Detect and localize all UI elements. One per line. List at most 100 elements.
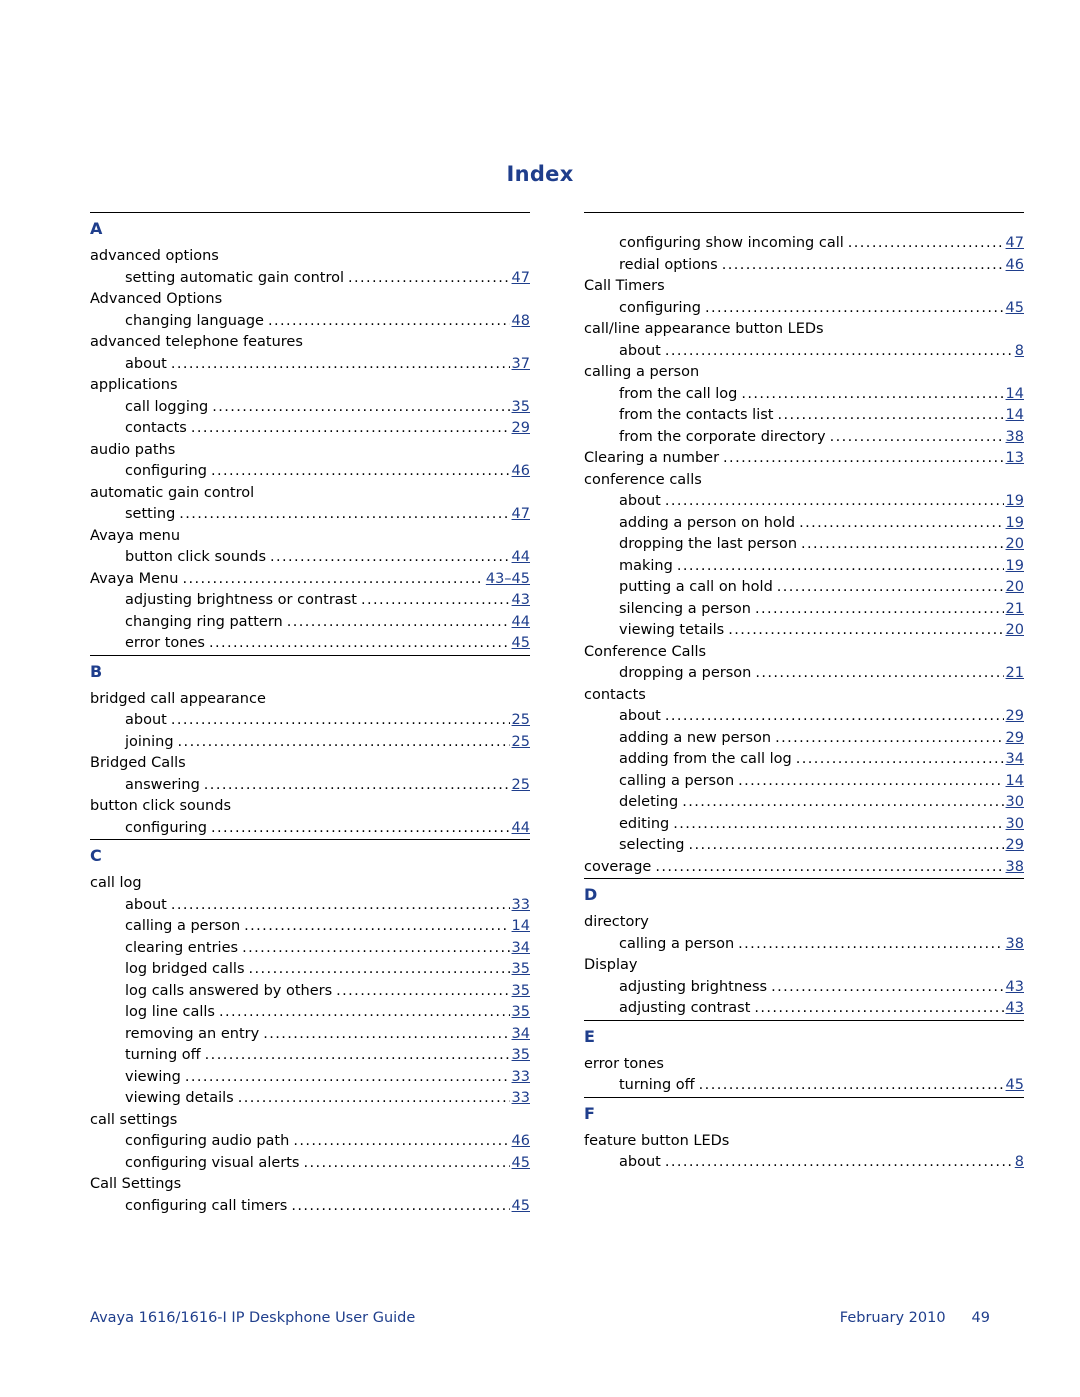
index-entry-page[interactable]: 38 <box>1006 934 1024 956</box>
index-entry-page[interactable]: 35 <box>512 1045 530 1067</box>
index-entry-page[interactable]: 8 <box>1015 1152 1024 1174</box>
index-entry[interactable]: about...................................… <box>90 354 530 376</box>
index-entry[interactable]: dropping a person.......................… <box>584 663 1024 685</box>
index-entry-page[interactable]: 47 <box>512 504 530 526</box>
index-entry[interactable]: viewing details.........................… <box>90 1088 530 1110</box>
index-entry-page[interactable]: 38 <box>1006 857 1024 879</box>
index-entry[interactable]: deleting................................… <box>584 792 1024 814</box>
index-entry-page[interactable]: 30 <box>1006 792 1024 814</box>
index-entry-page[interactable]: 14 <box>512 916 530 938</box>
index-entry-page[interactable]: 43 <box>1006 977 1024 999</box>
index-entry-page[interactable]: 20 <box>1006 577 1024 599</box>
index-entry[interactable]: changing language.......................… <box>90 311 530 333</box>
index-entry[interactable]: calling a person........................… <box>584 934 1024 956</box>
index-entry[interactable]: Clearing a number.......................… <box>584 448 1024 470</box>
index-entry-page[interactable]: 44 <box>512 547 530 569</box>
index-entry[interactable]: making..................................… <box>584 556 1024 578</box>
index-entry[interactable]: about...................................… <box>584 706 1024 728</box>
index-entry[interactable]: configuring.............................… <box>90 461 530 483</box>
index-entry-page[interactable]: 35 <box>512 397 530 419</box>
index-entry-page[interactable]: 13 <box>1006 448 1024 470</box>
index-entry[interactable]: configuring audio path..................… <box>90 1131 530 1153</box>
index-entry-page[interactable]: 25 <box>512 710 530 732</box>
index-entry-page[interactable]: 34 <box>1006 749 1024 771</box>
index-entry-page[interactable]: 46 <box>1006 255 1024 277</box>
index-entry-page[interactable]: 46 <box>512 1131 530 1153</box>
index-entry[interactable]: selecting...............................… <box>584 835 1024 857</box>
index-entry-page[interactable]: 14 <box>1006 771 1024 793</box>
index-entry[interactable]: from the contacts list..................… <box>584 405 1024 427</box>
index-entry[interactable]: contacts................................… <box>90 418 530 440</box>
index-entry[interactable]: silencing a person......................… <box>584 599 1024 621</box>
index-entry-page[interactable]: 45 <box>512 633 530 655</box>
index-entry[interactable]: adjusting contrast......................… <box>584 998 1024 1020</box>
index-entry[interactable]: answering...............................… <box>90 775 530 797</box>
index-entry-page[interactable]: 45 <box>1006 298 1024 320</box>
index-entry[interactable]: turning off.............................… <box>90 1045 530 1067</box>
index-entry[interactable]: adding a new person.....................… <box>584 728 1024 750</box>
index-entry[interactable]: adding from the call log................… <box>584 749 1024 771</box>
index-entry-page[interactable]: 45 <box>512 1153 530 1175</box>
index-entry[interactable]: turning off.............................… <box>584 1075 1024 1097</box>
index-entry-page[interactable]: 33 <box>512 1088 530 1110</box>
index-entry[interactable]: adjusting brightness....................… <box>584 977 1024 999</box>
index-entry[interactable]: configuring.............................… <box>90 818 530 840</box>
index-entry-page[interactable]: 43–45 <box>486 569 530 591</box>
index-entry[interactable]: clearing entries........................… <box>90 938 530 960</box>
index-entry-page[interactable]: 47 <box>512 268 530 290</box>
index-entry-page[interactable]: 21 <box>1006 599 1024 621</box>
index-entry-page[interactable]: 45 <box>1006 1075 1024 1097</box>
index-entry-page[interactable]: 20 <box>1006 534 1024 556</box>
index-entry[interactable]: Avaya Menu..............................… <box>90 569 530 591</box>
index-entry[interactable]: button click sounds.....................… <box>90 547 530 569</box>
index-entry[interactable]: log bridged calls.......................… <box>90 959 530 981</box>
index-entry[interactable]: adding a person on hold.................… <box>584 513 1024 535</box>
index-entry-page[interactable]: 21 <box>1006 663 1024 685</box>
index-entry-page[interactable]: 29 <box>1006 835 1024 857</box>
index-entry[interactable]: configuring.............................… <box>584 298 1024 320</box>
index-entry[interactable]: adjusting brightness or contrast........… <box>90 590 530 612</box>
index-entry[interactable]: log line calls..........................… <box>90 1002 530 1024</box>
index-entry[interactable]: calling a person........................… <box>90 916 530 938</box>
index-entry-page[interactable]: 33 <box>512 1067 530 1089</box>
index-entry[interactable]: about...................................… <box>584 1152 1024 1174</box>
index-entry[interactable]: calling a person........................… <box>584 771 1024 793</box>
index-entry[interactable]: from the corporate directory............… <box>584 427 1024 449</box>
index-entry[interactable]: configuring show incoming call..........… <box>584 233 1024 255</box>
index-entry-page[interactable]: 29 <box>1006 706 1024 728</box>
index-entry-page[interactable]: 45 <box>512 1196 530 1218</box>
index-entry-page[interactable]: 19 <box>1006 513 1024 535</box>
index-entry[interactable]: about...................................… <box>90 710 530 732</box>
index-entry-page[interactable]: 35 <box>512 1002 530 1024</box>
index-entry[interactable]: log calls answered by others............… <box>90 981 530 1003</box>
index-entry[interactable]: setting.................................… <box>90 504 530 526</box>
index-entry-page[interactable]: 44 <box>512 612 530 634</box>
index-entry[interactable]: coverage................................… <box>584 857 1024 879</box>
index-entry[interactable]: dropping the last person................… <box>584 534 1024 556</box>
index-entry-page[interactable]: 46 <box>512 461 530 483</box>
index-entry[interactable]: editing.................................… <box>584 814 1024 836</box>
index-entry-page[interactable]: 34 <box>512 938 530 960</box>
index-entry-page[interactable]: 29 <box>512 418 530 440</box>
index-entry[interactable]: redial options..........................… <box>584 255 1024 277</box>
index-entry-page[interactable]: 30 <box>1006 814 1024 836</box>
index-entry[interactable]: setting automatic gain control..........… <box>90 268 530 290</box>
index-entry-page[interactable]: 33 <box>512 895 530 917</box>
index-entry-page[interactable]: 35 <box>512 981 530 1003</box>
index-entry[interactable]: changing ring pattern...................… <box>90 612 530 634</box>
index-entry[interactable]: error tones.............................… <box>90 633 530 655</box>
index-entry-page[interactable]: 14 <box>1006 384 1024 406</box>
index-entry-page[interactable]: 35 <box>512 959 530 981</box>
index-entry-page[interactable]: 43 <box>512 590 530 612</box>
index-entry[interactable]: viewing tetails.........................… <box>584 620 1024 642</box>
index-entry[interactable]: about...................................… <box>584 341 1024 363</box>
index-entry-page[interactable]: 25 <box>512 775 530 797</box>
index-entry-page[interactable]: 43 <box>1006 998 1024 1020</box>
index-entry-page[interactable]: 8 <box>1015 341 1024 363</box>
index-entry[interactable]: configuring call timers.................… <box>90 1196 530 1218</box>
index-entry[interactable]: removing an entry.......................… <box>90 1024 530 1046</box>
index-entry-page[interactable]: 14 <box>1006 405 1024 427</box>
index-entry[interactable]: call logging............................… <box>90 397 530 419</box>
index-entry[interactable]: configuring visual alerts...............… <box>90 1153 530 1175</box>
index-entry-page[interactable]: 19 <box>1006 491 1024 513</box>
